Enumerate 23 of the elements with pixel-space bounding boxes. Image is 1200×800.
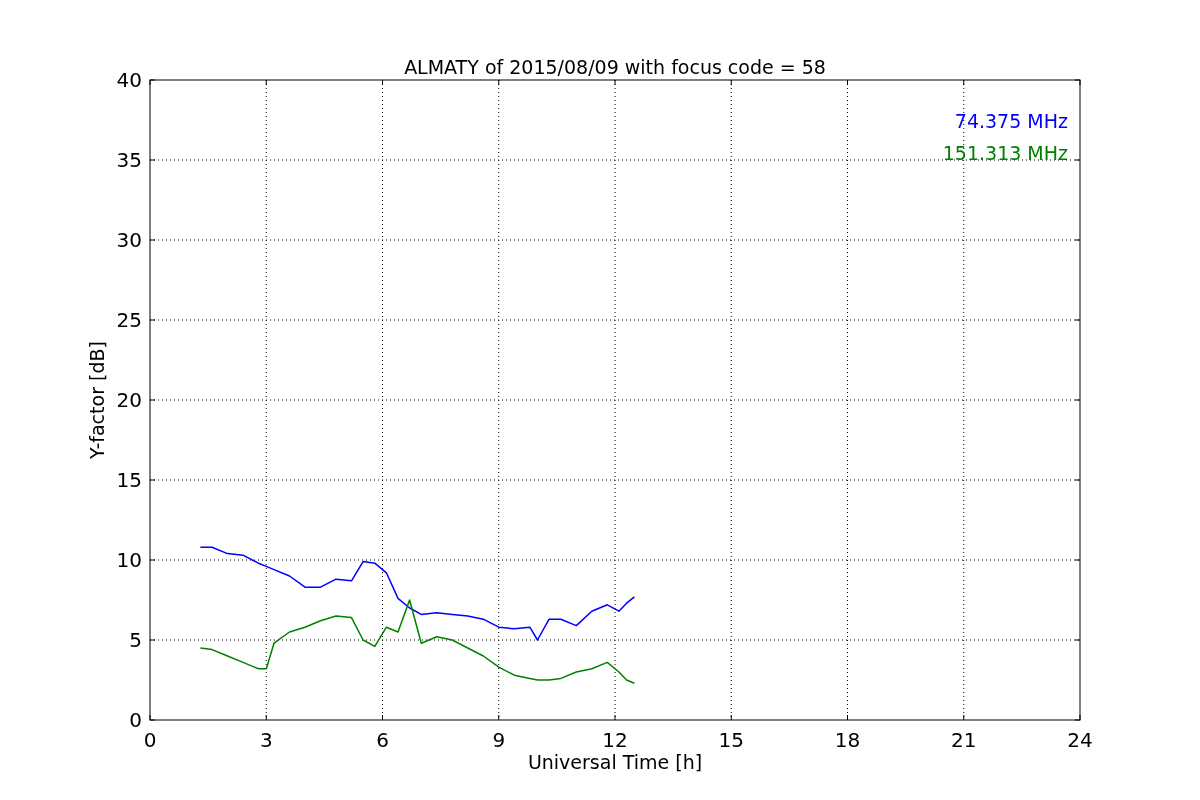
tick-label: 9: [492, 728, 506, 752]
tick-label: 18: [834, 728, 861, 752]
tick-label: 20: [116, 388, 142, 412]
legend-label: 151.313 MHz: [942, 142, 1068, 164]
tick-label: 30: [116, 228, 142, 252]
tick-label: 24: [1067, 728, 1093, 752]
y-axis-label: Y-factor [dB]: [86, 341, 108, 459]
tick-label: 40: [116, 68, 142, 92]
tick-label: 10: [116, 548, 142, 572]
chart-title: ALMATY of 2015/08/09 with focus code = 58: [404, 56, 826, 78]
tick-label: 0: [129, 708, 142, 732]
tick-label: 0: [143, 728, 157, 752]
tick-label: 35: [116, 148, 142, 172]
tick-label: 25: [116, 308, 142, 332]
tick-label: 5: [129, 628, 142, 652]
x-axis-label: Universal Time [h]: [527, 751, 703, 773]
tick-label: 21: [951, 728, 977, 752]
tick-label: 6: [376, 728, 389, 752]
tick-label: 12: [602, 728, 628, 752]
tick-label: 15: [718, 728, 744, 752]
legend-label: 74.375 MHz: [954, 110, 1068, 132]
tick-label: 15: [116, 468, 142, 492]
tick-label: 3: [259, 728, 273, 752]
